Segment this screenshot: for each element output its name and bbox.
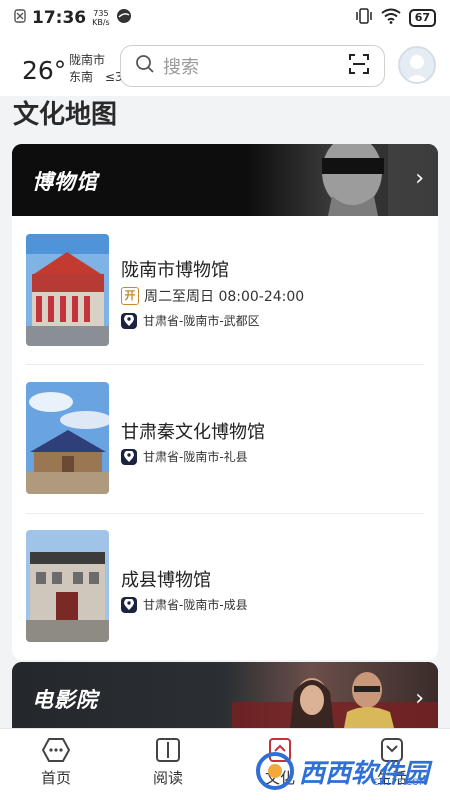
museum-thumbnail (26, 530, 109, 642)
museum-name: 陇南市博物馆 (121, 260, 229, 281)
home-icon (42, 738, 70, 762)
cinema-section-title: 电影院 (32, 688, 98, 712)
status-time: 17:36 (32, 8, 87, 28)
net-speed-value: 735 (93, 9, 109, 18)
tab-label: 阅读 (152, 769, 183, 787)
watermark-sub: CR173.COM (373, 778, 427, 788)
cinema-section-banner[interactable]: 电影院 › (12, 662, 438, 728)
watermark-logo: 西西软件园 CR173.COM (255, 748, 435, 794)
list-item[interactable]: 甘肃秦文化博物馆 甘肃省-陇南市-礼县 (26, 382, 424, 530)
book-icon (156, 738, 180, 762)
wifi-icon (381, 8, 401, 29)
search-icon (135, 54, 155, 78)
location-pin-icon (121, 448, 137, 465)
weather-location: 陇南市 东南 ≤3 (69, 52, 123, 86)
open-badge-icon: 开 (121, 287, 139, 305)
museum-thumbnail (26, 382, 109, 494)
vibrate-icon (355, 7, 373, 29)
battery-indicator: 67 (408, 9, 436, 27)
app-status-icon (116, 8, 132, 29)
museum-hours: 开 周二至周日 08:00-24:00 (121, 286, 304, 306)
tab-home[interactable]: 首页 (21, 737, 91, 788)
notification-icon (14, 8, 26, 28)
page-title: 文化地图 (13, 100, 118, 130)
list-item[interactable]: 陇南市博物馆 开 周二至周日 08:00-24:00 甘肃省-陇南市-武都区 (26, 234, 424, 382)
location-pin-icon (121, 312, 137, 329)
watermark-icon (256, 752, 294, 790)
scan-icon[interactable] (348, 53, 370, 79)
chevron-right-icon: › (415, 686, 424, 711)
status-bar: 17:36 735 KB/s 67 (0, 0, 450, 36)
net-speed: 735 KB/s (92, 9, 110, 27)
museum-section-title: 博物馆 (32, 170, 98, 194)
search-placeholder: 搜索 (163, 57, 199, 78)
museum-address-text: 甘肃省-陇南市-成县 (143, 598, 248, 612)
weather-wind-direction: 东南 (69, 70, 94, 84)
museum-list: 陇南市博物馆 开 周二至周日 08:00-24:00 甘肃省-陇南市-武都区 甘… (12, 216, 438, 660)
museum-thumbnail (26, 234, 109, 346)
list-item[interactable]: 成县博物馆 甘肃省-陇南市-成县 (26, 530, 424, 678)
weather-temperature: 26° (22, 56, 67, 85)
museum-address: 甘肃省-陇南市-成县 (121, 596, 248, 613)
net-speed-unit: KB/s (92, 18, 110, 27)
museum-section-banner[interactable]: 博物馆 › (12, 144, 438, 216)
chevron-right-icon: › (415, 166, 424, 191)
app-header: 26° 陇南市 东南 ≤3 搜索 (0, 36, 450, 96)
weather-city: 陇南市 (69, 53, 106, 67)
divider (26, 513, 424, 514)
user-avatar[interactable] (398, 46, 436, 84)
tab-read[interactable]: 阅读 (133, 737, 203, 788)
museum-address: 甘肃省-陇南市-武都区 (121, 312, 260, 329)
divider (26, 364, 424, 365)
museum-hours-text: 周二至周日 08:00-24:00 (144, 289, 305, 305)
museum-address-text: 甘肃省-陇南市-礼县 (143, 450, 248, 464)
museum-address-text: 甘肃省-陇南市-武都区 (143, 314, 260, 328)
tab-label: 首页 (40, 769, 71, 787)
location-pin-icon (121, 596, 137, 613)
museum-name: 甘肃秦文化博物馆 (121, 422, 265, 443)
search-bar[interactable]: 搜索 (120, 45, 385, 87)
museum-address: 甘肃省-陇南市-礼县 (121, 448, 248, 465)
museum-name: 成县博物馆 (121, 570, 211, 591)
